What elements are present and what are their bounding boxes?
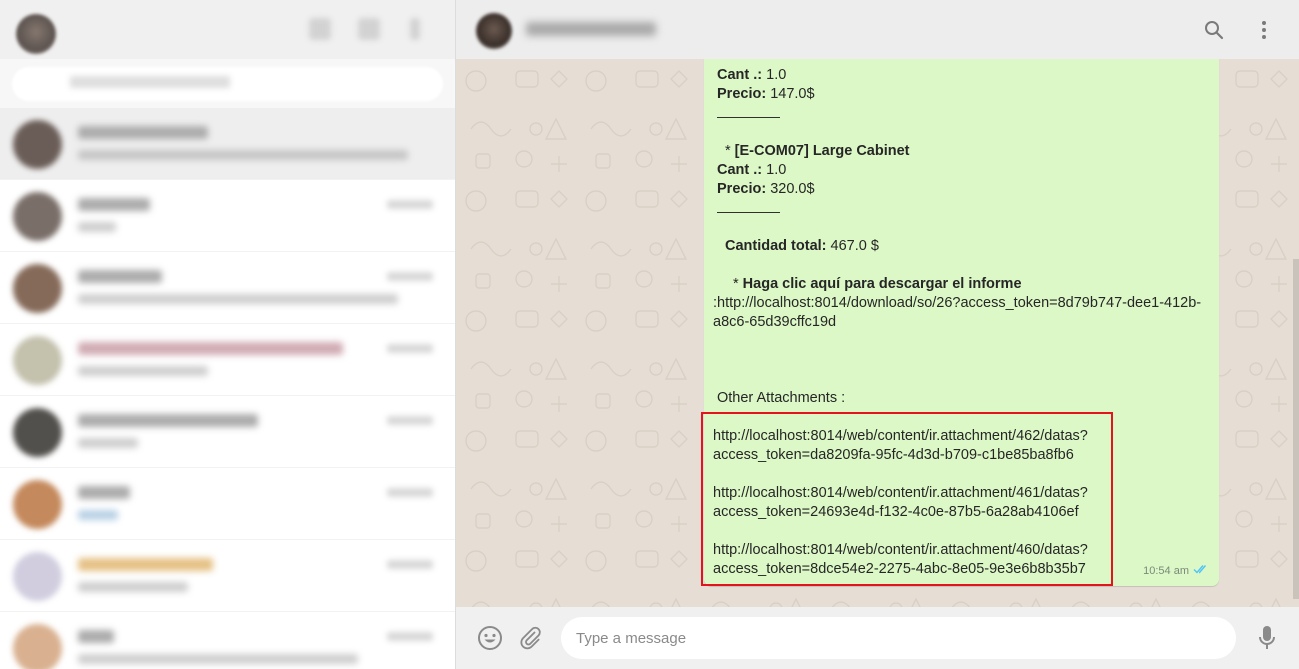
chat-name <box>78 486 130 499</box>
profile-avatar[interactable] <box>16 14 56 54</box>
chat-preview <box>78 366 208 376</box>
item2-precio: Precio: 320.0$ <box>717 181 815 197</box>
attachment-link[interactable]: http://localhost:8014/web/content/ir.att… <box>713 427 1088 446</box>
attachment-link[interactable]: http://localhost:8014/web/content/ir.att… <box>713 484 1088 503</box>
chat-time <box>387 272 433 281</box>
conversation-header <box>455 0 1299 59</box>
avatar <box>13 552 62 601</box>
separator <box>717 117 780 118</box>
chat-preview <box>78 510 118 520</box>
avatar <box>13 120 62 169</box>
total-line: Cantidad total: 467.0 $ <box>725 238 879 254</box>
attachment-link[interactable]: access_token=24693e4d-f132-4c0e-87b5-6a2… <box>713 503 1079 522</box>
message-bubble: [E-COM06] Corner Desk Right Sit Cant .: … <box>704 59 1219 586</box>
chat-preview <box>78 150 408 160</box>
chat-time <box>387 416 433 425</box>
list-item[interactable] <box>0 324 455 396</box>
avatar <box>13 624 62 669</box>
chat-name <box>78 270 162 283</box>
avatar <box>13 408 62 457</box>
chat-time <box>387 632 433 641</box>
list-item[interactable] <box>0 252 455 324</box>
message-input[interactable] <box>561 617 1236 659</box>
attach-icon[interactable] <box>516 624 544 652</box>
chat-time <box>387 560 433 569</box>
message-time: 10:54 am <box>1143 565 1189 577</box>
chat-name <box>78 342 343 355</box>
list-item[interactable] <box>0 396 455 468</box>
double-check-icon <box>1193 562 1209 581</box>
chat-preview <box>78 294 398 304</box>
status-icon[interactable] <box>309 18 331 40</box>
list-item[interactable] <box>0 180 455 252</box>
chat-list-panel <box>0 0 455 669</box>
cut-off-item-heading: [E-COM06] Corner Desk Right Sit <box>734 59 962 61</box>
download-label: * Haga clic aquí para descargar el infor… <box>733 276 1022 292</box>
message-area[interactable]: [E-COM06] Corner Desk Right Sit Cant .: … <box>455 59 1299 607</box>
scrollbar[interactable] <box>1293 259 1299 599</box>
chat-search <box>0 59 455 108</box>
composer-bar <box>455 607 1299 669</box>
search-icon[interactable] <box>1199 15 1229 45</box>
list-item[interactable] <box>0 108 455 180</box>
conversation-panel: [E-COM06] Corner Desk Right Sit Cant .: … <box>455 0 1299 669</box>
download-link[interactable]: :http://localhost:8014/download/so/26?ac… <box>713 294 1201 313</box>
chat-name <box>78 198 150 211</box>
contact-avatar[interactable] <box>476 13 512 49</box>
item1-precio: Precio: 147.0$ <box>717 86 815 102</box>
attachment-link[interactable]: http://localhost:8014/web/content/ir.att… <box>713 541 1088 560</box>
chat-preview <box>78 222 116 232</box>
chat-preview <box>78 438 138 448</box>
avatar <box>13 192 62 241</box>
chat-list <box>0 108 455 669</box>
contact-name[interactable] <box>526 22 656 36</box>
item2-cant: Cant .: 1.0 <box>717 162 787 178</box>
list-item[interactable] <box>0 540 455 612</box>
chat-name <box>78 126 208 139</box>
chat-preview <box>78 582 188 592</box>
menu-icon[interactable] <box>1249 15 1279 45</box>
item2-title: * [E-COM07] Large Cabinet <box>725 143 910 159</box>
attachment-link[interactable]: access_token=8dce54e2-2275-4abc-8e05-9e3… <box>713 560 1086 579</box>
avatar <box>13 264 62 313</box>
chat-name <box>78 630 114 643</box>
chat-time <box>387 200 433 209</box>
search-placeholder <box>70 76 230 88</box>
chat-name <box>78 414 258 427</box>
avatar <box>13 336 62 385</box>
download-link-cont[interactable]: a8c6-65d39cffc19d <box>713 313 836 332</box>
chat-preview <box>78 654 358 664</box>
chat-time <box>387 344 433 353</box>
new-chat-icon[interactable] <box>358 18 380 40</box>
attachment-link[interactable]: access_token=da8209fa-95fc-4d3d-b709-c1b… <box>713 446 1074 465</box>
chat-name <box>78 558 213 571</box>
menu-icon[interactable] <box>410 18 420 40</box>
avatar <box>13 480 62 529</box>
microphone-icon[interactable] <box>1253 624 1281 652</box>
left-header <box>0 0 455 59</box>
other-attachments-label: Other Attachments : <box>717 390 846 406</box>
message-meta: 10:54 am <box>1143 562 1209 581</box>
list-item[interactable] <box>0 612 455 669</box>
separator <box>717 212 780 213</box>
chat-time <box>387 488 433 497</box>
emoji-icon[interactable] <box>476 624 504 652</box>
list-item[interactable] <box>0 468 455 540</box>
item1-cant: Cant .: 1.0 <box>717 67 787 83</box>
